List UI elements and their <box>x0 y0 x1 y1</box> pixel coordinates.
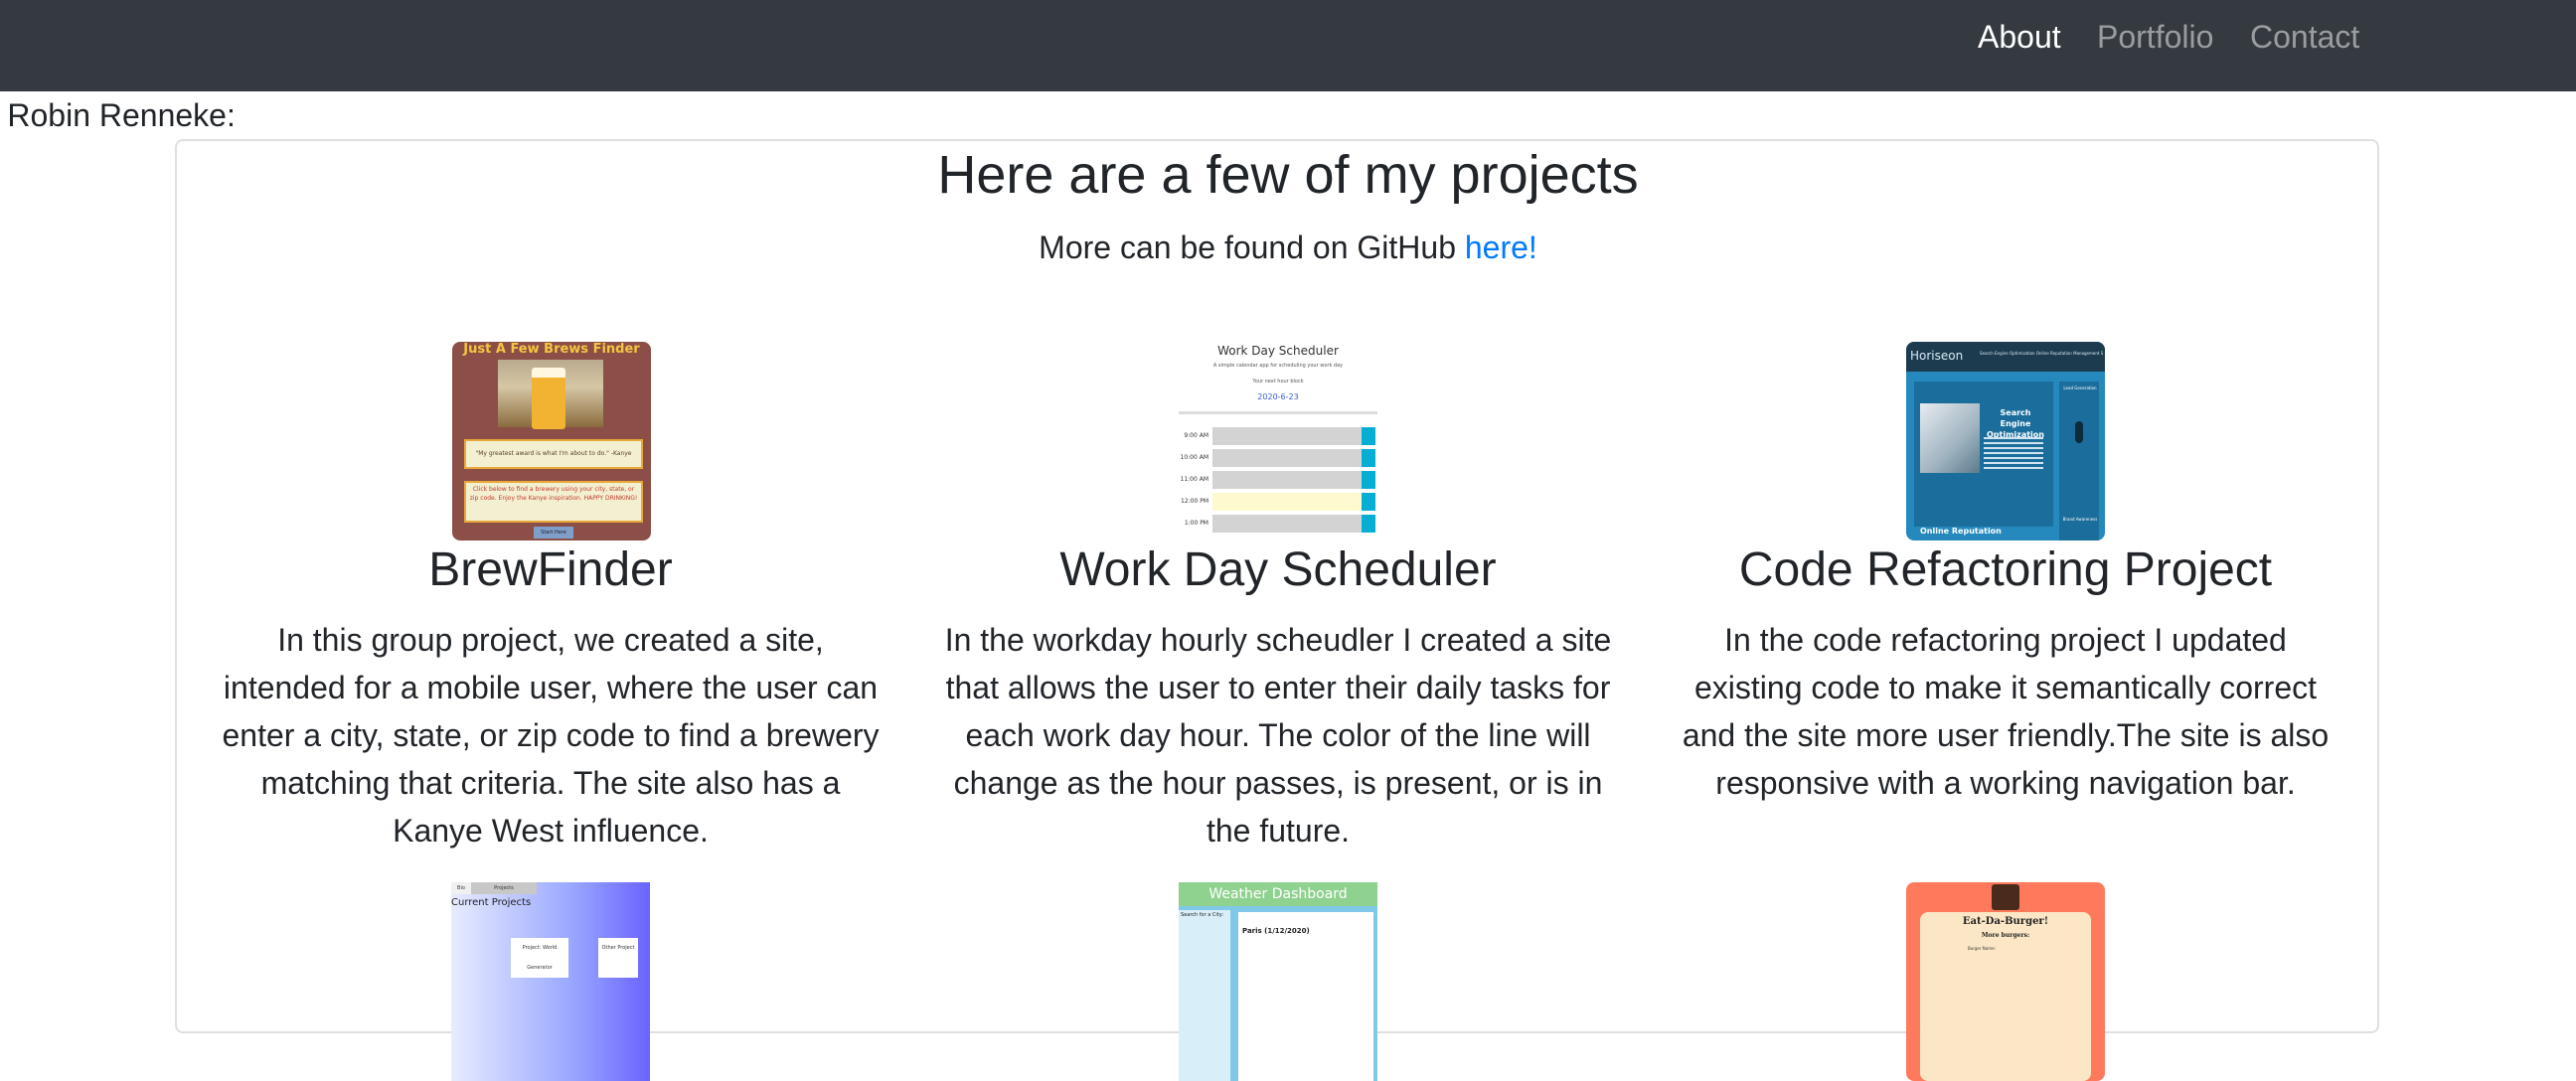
thumb-header: Weather Dashboard <box>1179 882 1377 906</box>
portfolio-thumbnail[interactable]: Bio Projects Current Projects Project: W… <box>451 882 650 1081</box>
thumb-field: Burger Name: <box>1968 946 1996 951</box>
burger-logo <box>1992 884 2019 910</box>
feature-image <box>1920 403 1980 473</box>
project-description: In the code refactoring project I update… <box>1682 622 2330 801</box>
thumb-search-label: Search for a City: <box>1181 912 1224 918</box>
thumb-start-button: Start Here <box>534 527 573 539</box>
thumb-brand: Horiseon <box>1910 349 1964 363</box>
brewfinder-thumbnail[interactable]: Just A Few Brews Finder "My greatest awa… <box>452 342 651 540</box>
thumb-prompt: Click below to find a brewery using your… <box>464 481 643 523</box>
thumb-nav: Search Engine Optimization Online Reputa… <box>1980 351 2103 356</box>
nav-about-link[interactable]: About <box>1978 0 2061 91</box>
thumb-date: 2020-6-23 <box>1257 392 1299 401</box>
thumb-city: Paris (1/12/2020) <box>1242 927 1310 935</box>
thumb-bottom: Online Reputation <box>1920 527 2002 536</box>
project-card-scheduler: Work Day Scheduler A simple calendar app… <box>940 342 1616 858</box>
nav-portfolio-link[interactable]: Portfolio <box>2097 0 2213 91</box>
github-note: More can be found on GitHub here! <box>0 225 2576 270</box>
thumb-tab-bio: Bio <box>451 882 471 894</box>
project-description: In this group project, we created a site… <box>222 622 880 849</box>
beer-image <box>498 360 603 429</box>
hour-label: 9:00 AM <box>1184 432 1208 439</box>
thumb-tab-projects: Projects <box>471 882 537 894</box>
project-card-refactoring: Horiseon Search Engine Optimization Onli… <box>1668 342 2343 858</box>
thumb-box1: Project: World Generator <box>511 938 568 978</box>
github-note-text: More can be found on GitHub <box>1039 230 1465 265</box>
project-card-brewfinder: Just A Few Brews Finder "My greatest awa… <box>213 342 888 858</box>
thumb-side2: Brand Awareness <box>2062 517 2098 522</box>
thumb-header: Work Day Scheduler <box>1217 344 1339 358</box>
hour-label: 1:00 PM <box>1184 520 1208 527</box>
nav-contact-link[interactable]: Contact <box>2250 0 2359 91</box>
about-heading: out Robin Renneke: <box>0 97 236 133</box>
github-link[interactable]: here! <box>1465 230 1537 265</box>
thumb-sub2: Your next hour block <box>1252 379 1304 385</box>
burger-thumbnail[interactable]: Eat-Da-Burger! More burgers: Burger Name… <box>1906 882 2105 1081</box>
page-title: Here are a few of my projects <box>937 145 1639 205</box>
hour-label: 10:00 AM <box>1180 454 1208 461</box>
thumb-sub: More burgers: <box>1981 932 2030 939</box>
hour-rows: 9:00 AM 10:00 AM 11:00 AM 12:00 PM 1:00 … <box>1179 427 1377 537</box>
project-title: BrewFinder <box>428 543 673 596</box>
thumb-box2: Other Project <box>598 938 638 978</box>
refactoring-thumbnail[interactable]: Horiseon Search Engine Optimization Onli… <box>1906 342 2105 540</box>
thumb-sub1: A simple calendar app for scheduling you… <box>1212 363 1344 369</box>
weather-thumbnail[interactable]: Weather Dashboard Search for a City: Par… <box>1179 882 1377 1081</box>
hour-label: 12:00 PM <box>1181 498 1208 505</box>
project-title: Work Day Scheduler <box>1059 543 1497 596</box>
hour-label: 11:00 AM <box>1180 476 1208 483</box>
thumb-feature: Search Engine Optimization <box>1987 408 2044 439</box>
scheduler-thumbnail[interactable]: Work Day Scheduler A simple calendar app… <box>1179 342 1377 540</box>
project-description: In the workday hourly scheudler I create… <box>944 622 1612 849</box>
thumb-header: Just A Few Brews Finder <box>463 342 640 357</box>
top-navbar: About Portfolio Contact <box>0 0 2576 91</box>
thumb-side1: Lead Generation <box>2063 386 2097 390</box>
thumb-quote: "My greatest award is what I'm about to … <box>464 439 643 469</box>
thumb-label: Current Projects <box>451 897 532 908</box>
thumb-header: Eat-Da-Burger! <box>1962 916 2049 927</box>
project-title: Code Refactoring Project <box>1738 543 2273 596</box>
